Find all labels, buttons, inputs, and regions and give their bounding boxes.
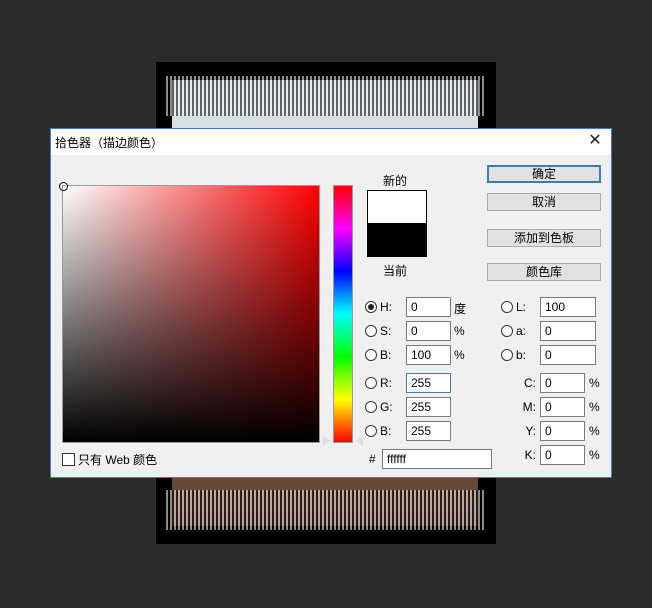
brightness-label: B: (380, 348, 392, 362)
hue-unit: 度 (454, 302, 467, 316)
brightness-radio[interactable] (365, 349, 377, 361)
dialog-title: 拾色器（描边颜色） (55, 135, 164, 150)
yellow-unit: % (589, 424, 600, 438)
yellow-label: Y: (525, 424, 536, 438)
hue-slider-left-handle-icon[interactable] (323, 436, 330, 446)
lab-b-input[interactable]: 0 (540, 345, 596, 365)
lab-b-label: b: (516, 348, 527, 362)
magenta-input[interactable]: 0 (540, 397, 585, 417)
lab-a-mode-option[interactable]: a: (501, 324, 526, 338)
black-label: K: (524, 448, 536, 462)
color-field-marker[interactable] (59, 182, 68, 191)
saturation-brightness-field[interactable] (59, 182, 320, 443)
black-input[interactable]: 0 (540, 445, 585, 465)
ok-button[interactable]: 确定 (487, 165, 601, 183)
web-only-option[interactable]: 只有 Web 颜色 (62, 451, 157, 468)
red-input[interactable]: 255 (406, 373, 451, 393)
green-label: G: (380, 400, 393, 414)
magenta-unit: % (589, 400, 600, 414)
dialog-titlebar: 拾色器（描边颜色） ✕ (51, 129, 611, 155)
new-color-swatch (368, 191, 426, 224)
red-radio[interactable] (365, 377, 377, 389)
blue-input[interactable]: 255 (406, 421, 451, 441)
brightness-unit: % (454, 348, 465, 362)
color-libraries-button[interactable]: 颜色库 (487, 263, 601, 281)
stroke-frame-bottom (166, 490, 484, 530)
hex-input[interactable]: ffffff (382, 449, 492, 469)
stroke-frame-top (166, 76, 484, 116)
color-picker-dialog: 拾色器（描边颜色） ✕ 只有 Web 颜色 新的 当前 确定 取消 添加到色板 … (50, 128, 612, 478)
lightness-input[interactable]: 100 (540, 297, 596, 317)
saturation-label: S: (380, 324, 392, 338)
cancel-button[interactable]: 取消 (487, 193, 601, 211)
hue-label: H: (380, 300, 392, 314)
saturation-unit: % (454, 324, 465, 338)
red-mode-option[interactable]: R: (365, 376, 392, 390)
saturation-input[interactable]: 0 (406, 321, 451, 341)
hue-mode-option[interactable]: H: (365, 300, 392, 314)
black-unit: % (589, 448, 600, 462)
lab-b-mode-option[interactable]: b: (501, 348, 526, 362)
web-only-checkbox[interactable] (62, 453, 75, 466)
hue-radio[interactable] (365, 301, 377, 313)
lightness-radio[interactable] (501, 301, 513, 313)
blue-radio[interactable] (365, 425, 377, 437)
green-mode-option[interactable]: G: (365, 400, 393, 414)
saturation-radio[interactable] (365, 325, 377, 337)
green-input[interactable]: 255 (406, 397, 451, 417)
lab-b-radio[interactable] (501, 349, 513, 361)
magenta-label: M: (522, 400, 536, 414)
brightness-mode-option[interactable]: B: (365, 348, 391, 362)
saturation-mode-option[interactable]: S: (365, 324, 391, 338)
current-color-swatch[interactable] (368, 224, 426, 256)
close-icon[interactable]: ✕ (587, 133, 603, 149)
blue-mode-option[interactable]: B: (365, 424, 391, 438)
current-color-label: 当前 (383, 264, 408, 278)
yellow-input[interactable]: 0 (540, 421, 585, 441)
lab-a-input[interactable]: 0 (540, 321, 596, 341)
cyan-unit: % (589, 376, 600, 390)
color-preview-swatch (367, 190, 427, 257)
new-color-label: 新的 (383, 174, 408, 188)
hex-label: # (369, 452, 376, 466)
red-label: R: (380, 376, 392, 390)
lab-a-label: a: (516, 324, 527, 338)
hue-slider[interactable] (333, 185, 353, 443)
add-to-swatches-button[interactable]: 添加到色板 (487, 229, 601, 247)
web-only-label: 只有 Web 颜色 (78, 453, 158, 467)
hue-input[interactable]: 0 (406, 297, 451, 317)
hue-slider-right-handle-icon[interactable] (356, 436, 363, 446)
green-radio[interactable] (365, 401, 377, 413)
lightness-mode-option[interactable]: L: (501, 300, 526, 314)
brightness-input[interactable]: 100 (406, 345, 451, 365)
cyan-label: C: (524, 376, 536, 390)
lightness-label: L: (516, 300, 527, 314)
lab-a-radio[interactable] (501, 325, 513, 337)
cyan-input[interactable]: 0 (540, 373, 585, 393)
blue-label: B: (380, 424, 392, 438)
